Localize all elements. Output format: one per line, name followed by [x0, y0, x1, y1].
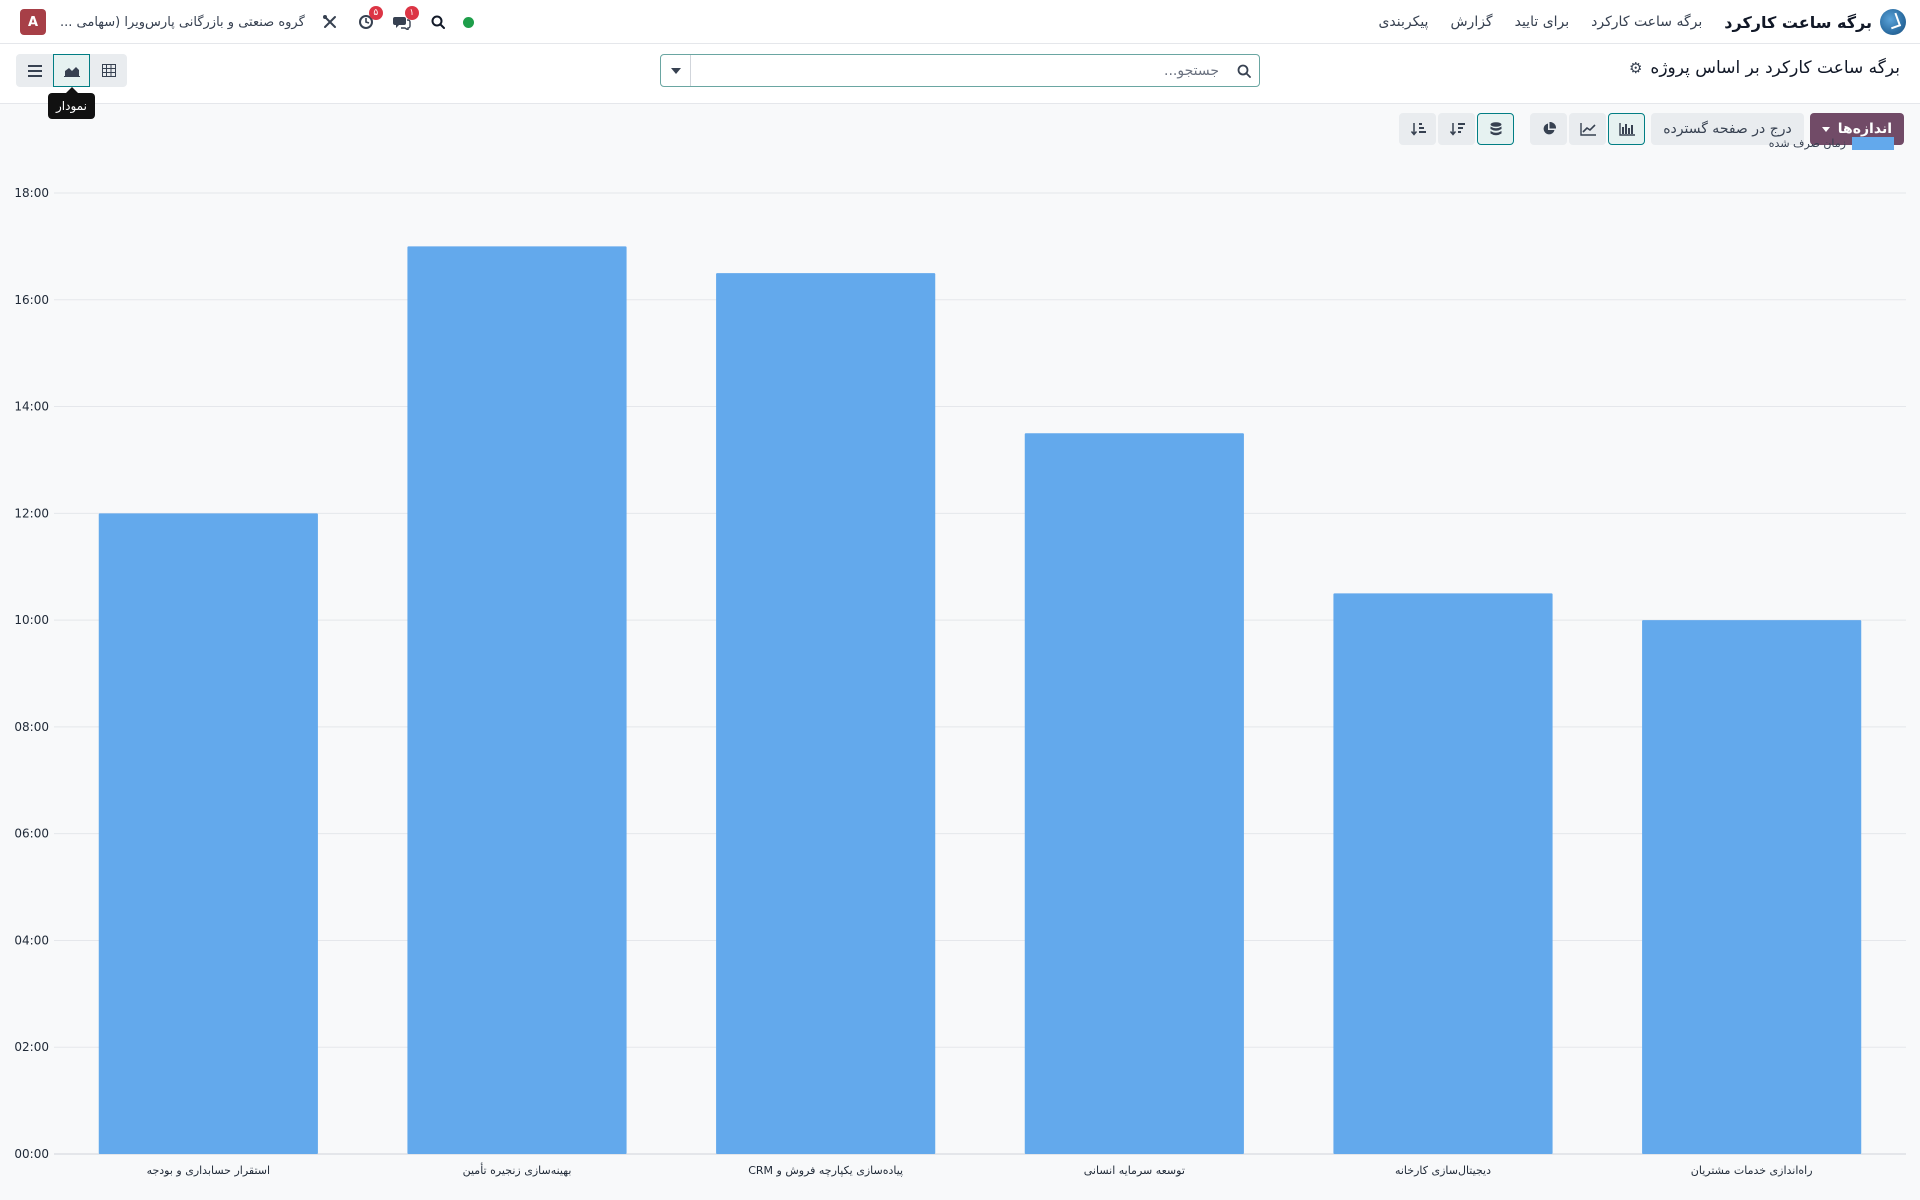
- app-title: برگه ساعت کارکرد: [1724, 12, 1872, 32]
- bar[interactable]: [1024, 433, 1244, 1154]
- activity-clock-icon[interactable]: ۵: [355, 6, 383, 33]
- y-tick-label: 06:00: [14, 827, 49, 841]
- graph-view-button[interactable]: [53, 54, 90, 87]
- bar[interactable]: [98, 513, 318, 1154]
- bar[interactable]: [407, 246, 627, 1154]
- menu-item-to-validate[interactable]: برای تایید: [1515, 14, 1570, 30]
- bar[interactable]: [1642, 620, 1862, 1154]
- magnifier-icon: [431, 15, 445, 29]
- control-panel: برگه ساعت کارکرد بر اساس پروژه ⚙: [0, 44, 1920, 104]
- company-switcher[interactable]: گروه صنعتی و بازرگانی پارس‌ویرا (سهامی .…: [60, 15, 305, 30]
- gear-icon[interactable]: ⚙: [1629, 59, 1642, 77]
- y-tick-label: 04:00: [14, 933, 49, 947]
- app-logo-icon: [1880, 9, 1906, 35]
- bar[interactable]: [1333, 593, 1553, 1154]
- x-category-label: راه‌اندازی خدمات مشتریان: [1691, 1164, 1813, 1177]
- activity-badge: ۵: [368, 6, 383, 20]
- search-icon: [1237, 64, 1251, 78]
- y-tick-label: 16:00: [14, 293, 49, 307]
- graph-content: اندازه‌ها درج در صفحه گسترده: [0, 104, 1920, 1200]
- view-tooltip: نمودار: [48, 87, 95, 119]
- list-icon: [27, 64, 42, 77]
- systray: A گروه صنعتی و بازرگانی پارس‌ویرا (سهامی…: [20, 0, 474, 44]
- presence-status-icon: [462, 16, 474, 28]
- y-tick-label: 14:00: [14, 400, 49, 414]
- bar-chart: 00:00 02:00 04:00 06:00 08:00 10:00 12:00 14:00…: [14, 186, 1906, 1177]
- bar[interactable]: [716, 273, 936, 1154]
- page-title: برگه ساعت کارکرد بر اساس پروژه: [1650, 58, 1900, 78]
- table-icon: [101, 64, 116, 77]
- view-switcher: [16, 54, 127, 87]
- chat-badge: ۱: [404, 6, 419, 20]
- y-tick-label: 10:00: [14, 613, 49, 627]
- wrench-icon: [322, 15, 336, 28]
- menu-item-timesheets[interactable]: برگه ساعت کارکرد: [1591, 14, 1702, 30]
- x-category-label: بهینه‌سازی زنجیره تأمین: [463, 1162, 572, 1177]
- pivot-view-button[interactable]: [90, 54, 127, 87]
- breadcrumb: برگه ساعت کارکرد بر اساس پروژه ⚙: [1629, 58, 1900, 78]
- debug-tools-icon[interactable]: [319, 11, 341, 33]
- area-chart-icon: [63, 66, 80, 77]
- search-options-toggle[interactable]: [661, 55, 691, 86]
- y-tick-label: 12:00: [14, 506, 49, 520]
- menu-item-reporting[interactable]: گزارش: [1450, 14, 1492, 30]
- list-view-button[interactable]: [16, 54, 53, 87]
- search-icon[interactable]: [427, 11, 449, 33]
- search-bar: [660, 54, 1260, 87]
- x-category-label: استقرار حسابداری و بودجه: [147, 1164, 271, 1177]
- chevron-down-icon: [670, 67, 681, 74]
- y-tick-label: 02:00: [14, 1040, 49, 1054]
- y-tick-label: 00:00: [14, 1147, 49, 1161]
- y-tick-label: 08:00: [14, 720, 49, 734]
- x-category-label: دیجیتال‌سازی کارخانه: [1395, 1164, 1491, 1177]
- top-navbar: برگه ساعت کارکرد برگه ساعت کارکرد برای ت…: [0, 0, 1920, 44]
- user-avatar[interactable]: A: [20, 9, 46, 35]
- search-button[interactable]: [1229, 55, 1259, 86]
- search-input[interactable]: [691, 55, 1229, 86]
- x-category-label: توسعه سرمایه انسانی: [1084, 1164, 1185, 1177]
- menu-item-configuration[interactable]: پیکربندی: [1378, 14, 1428, 30]
- messaging-icon[interactable]: ۱: [391, 6, 419, 33]
- y-tick-label: 18:00: [14, 186, 49, 200]
- main-menu: برگه ساعت کارکرد برگه ساعت کارکرد برای ت…: [1378, 0, 1906, 44]
- x-category-label: پیاده‌سازی یکپارچه فروش و CRM: [748, 1164, 903, 1177]
- app-brand[interactable]: برگه ساعت کارکرد: [1724, 9, 1906, 35]
